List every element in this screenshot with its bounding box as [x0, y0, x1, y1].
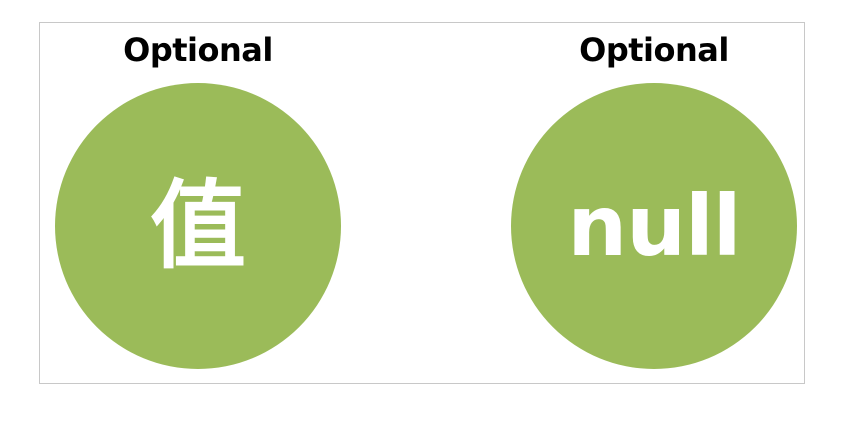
optional-null-panel: Optional null [509, 23, 799, 383]
diagram-frame: Optional 值 Optional null [39, 22, 805, 384]
null-circle: null [511, 83, 797, 369]
optional-label: Optional [123, 31, 273, 69]
optional-with-value-panel: Optional 值 [53, 23, 343, 383]
optional-label: Optional [579, 31, 729, 69]
value-circle-text: 值 [150, 170, 246, 282]
null-circle-text: null [567, 177, 741, 275]
value-circle: 值 [55, 83, 341, 369]
